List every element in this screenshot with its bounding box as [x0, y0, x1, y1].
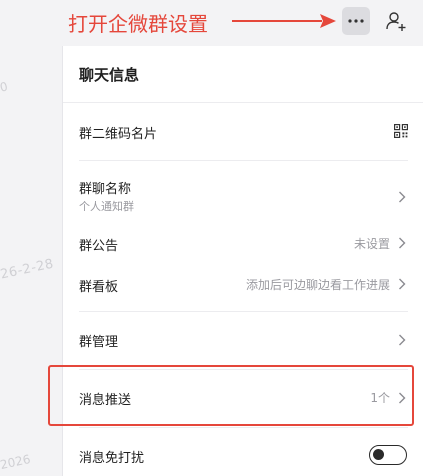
- group-name-value: 个人通知群: [79, 200, 134, 213]
- mute-notifications-row: 消息免打扰: [63, 428, 423, 476]
- chat-info-panel: 聊天信息 群二维码名片 群聊名称 个人通知群 群公告 未设置 群看板 添加后可边…: [62, 46, 423, 476]
- group-name-row[interactable]: 群聊名称 个人通知群: [63, 161, 423, 219]
- chevron-right-icon: [399, 237, 406, 249]
- group-announcement-row[interactable]: 群公告 未设置: [63, 219, 423, 265]
- mute-toggle[interactable]: [369, 445, 407, 465]
- chevron-right-icon: [399, 191, 406, 203]
- chevron-right-icon: [399, 278, 406, 290]
- background-date-fragment: 26-2-28: [0, 256, 56, 283]
- qr-code-icon: [394, 124, 408, 138]
- message-push-row[interactable]: 消息推送 1个: [63, 370, 423, 426]
- more-horizontal-icon: [348, 19, 364, 23]
- chevron-right-icon: [399, 392, 406, 404]
- more-options-button[interactable]: [342, 7, 370, 35]
- row-label: 群聊名称: [79, 182, 132, 197]
- background-text-fragment: 0: [0, 79, 10, 95]
- row-label: 消息推送: [79, 393, 132, 408]
- screen: 0 26-2-28 2026 打开企微群设置 聊天信息 群二维码名片 群聊名称 …: [0, 0, 423, 476]
- row-label: 消息免打扰: [79, 451, 145, 466]
- toggle-knob: [373, 449, 384, 460]
- group-qr-card-row[interactable]: 群二维码名片: [63, 103, 423, 159]
- annotation-label: 打开企微群设置: [68, 12, 208, 36]
- annotation-arrow-icon: [232, 14, 336, 28]
- row-label: 群公告: [79, 239, 119, 254]
- add-member-button[interactable]: [382, 7, 410, 35]
- chevron-right-icon: [399, 334, 406, 346]
- row-label: 群二维码名片: [79, 127, 158, 142]
- group-board-row[interactable]: 群看板 添加后可边聊边看工作进展: [63, 265, 423, 311]
- panel-title: 聊天信息: [79, 66, 140, 84]
- row-label: 群管理: [79, 335, 119, 350]
- row-value: 添加后可边聊边看工作进展: [245, 278, 390, 292]
- row-label: 群看板: [79, 280, 119, 295]
- row-value: 1个: [370, 391, 390, 405]
- add-member-icon: [386, 12, 406, 31]
- row-value: 未设置: [353, 237, 390, 251]
- group-management-row[interactable]: 群管理: [63, 312, 423, 368]
- background-date-fragment-2: 2026: [0, 451, 32, 473]
